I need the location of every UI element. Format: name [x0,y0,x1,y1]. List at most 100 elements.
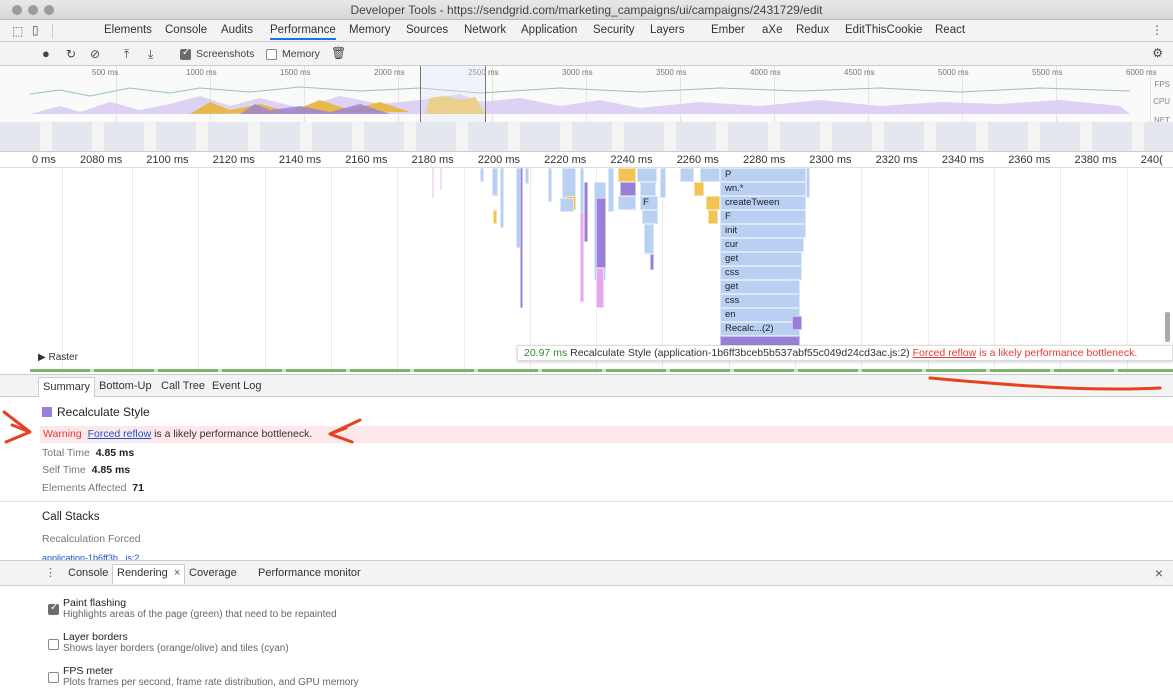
flame-gridline [662,168,664,374]
reload-record-icon[interactable]: ↻ [66,47,76,61]
fps-meter-checkbox[interactable] [48,672,59,683]
inspect-element-icon[interactable]: ⬚ [12,24,23,38]
flame-block[interactable] [708,210,718,224]
flame-block[interactable] [618,196,636,210]
flame-block[interactable] [608,168,614,212]
tab-bottom-up[interactable]: Bottom-Up [99,380,152,392]
drawer-menu-icon[interactable]: ⋮ [45,566,56,579]
save-profile-icon[interactable]: ⤓ [148,47,153,62]
timeline-overview[interactable]: 500 ms 1000 ms 1500 ms 2000 ms 2500 ms 3000 m… [0,66,1173,152]
flame-block[interactable] [560,198,574,212]
drawer-tab-console[interactable]: Console [68,567,108,579]
flame-block-label: en [725,309,736,320]
tab-call-tree[interactable]: Call Tree [161,380,205,392]
flame-block[interactable] [520,168,523,308]
tab-audits[interactable]: Audits [221,24,253,36]
flame-block[interactable] [620,182,636,196]
tab-security[interactable]: Security [593,24,635,36]
tooltip-forced-reflow-link[interactable]: Forced reflow [913,347,977,359]
flame-block[interactable] [618,168,636,182]
close-drawer-icon[interactable]: × [1155,565,1163,581]
garbage-collect-icon[interactable]: 🗑 [331,46,346,60]
elements-affected-row: Elements Affected 71 [42,482,144,494]
ruler-tick-label: 2320 ms [875,154,918,166]
drawer-tabs: ⋮ Console Rendering × Coverage Performan… [0,561,1173,586]
screenshot-filmstrip [0,122,1173,151]
divider [0,501,1173,502]
tab-elements[interactable]: Elements [104,24,152,36]
flame-block[interactable] [640,182,656,196]
device-toolbar-icon[interactable]: ▯ [32,23,39,37]
close-tab-icon[interactable]: × [174,567,180,579]
flame-block[interactable] [644,224,654,254]
tab-ember[interactable]: Ember [711,24,745,36]
flame-block-label: cur [725,239,739,250]
ruler-tick-label: 2080 ms [80,154,123,166]
flame-block-label: F [643,197,649,208]
tab-summary[interactable]: Summary [38,377,96,397]
more-menu-icon[interactable]: ⋮ [1151,23,1163,37]
tab-memory[interactable]: Memory [349,24,391,36]
forced-reflow-link[interactable]: Forced reflow [88,428,152,440]
flame-block[interactable] [706,196,720,210]
drawer-tab-performance-monitor[interactable]: Performance monitor [258,567,361,579]
tab-network[interactable]: Network [464,24,506,36]
flame-block[interactable] [493,210,497,224]
performance-toolbar: ● ↻ ⊘ ⤒ ⤓ Screenshots Memory 🗑 ⚙ [0,42,1173,66]
flame-block[interactable] [492,168,498,196]
paint-flashing-checkbox[interactable] [48,602,59,615]
flame-block[interactable] [637,168,657,182]
event-title: Recalculate Style [57,405,150,419]
flame-block[interactable] [680,168,694,182]
tab-application[interactable]: Application [521,24,577,36]
settings-gear-icon[interactable]: ⚙ [1152,46,1163,60]
tab-redux[interactable]: Redux [796,24,829,36]
clear-icon[interactable]: ⊘ [90,47,100,61]
layer-borders-checkbox[interactable] [48,639,59,650]
flame-block[interactable] [596,268,604,308]
memory-checkbox[interactable] [266,49,277,60]
tab-sources[interactable]: Sources [406,24,448,36]
flame-block[interactable] [596,198,606,268]
warning-label: Warning [43,428,82,440]
flame-block[interactable] [700,168,720,182]
flame-block[interactable] [480,168,484,182]
flame-block[interactable] [584,182,588,242]
total-time-row: Total Time 4.85 ms [42,447,134,459]
flame-chart[interactable]: 0 ms 2080 ms 2100 ms 2120 ms 2140 ms 2160 ms 2… [0,152,1173,374]
flame-block[interactable] [806,168,810,198]
flame-block[interactable] [580,212,584,302]
tooltip-time: 20.97 ms [524,347,568,359]
flame-scrollbar[interactable] [1165,312,1170,342]
tab-editthiscookie[interactable]: EditThisCookie [845,24,922,36]
flame-gridline [993,168,995,374]
load-profile-icon[interactable]: ⤒ [124,47,129,62]
ruler-tick-label: 2100 ms [146,154,189,166]
flame-gridline [1126,168,1128,374]
drawer-tab-coverage[interactable]: Coverage [189,567,237,579]
flame-block[interactable] [548,168,552,202]
tab-axe[interactable]: aXe [762,24,782,36]
flame-block[interactable] [440,168,442,190]
tab-layers[interactable]: Layers [650,24,685,36]
flame-block[interactable] [500,168,504,228]
tab-event-log[interactable]: Event Log [212,380,262,392]
tab-performance[interactable]: Performance [270,24,336,40]
raster-track-toggle[interactable]: ▶ Raster [38,352,78,363]
flame-block[interactable] [694,182,704,196]
flame-block[interactable] [525,168,529,184]
flame-block-label: get [725,281,739,292]
record-icon[interactable]: ● [42,46,50,61]
flame-block-label: wn.* [725,183,744,194]
flame-block[interactable] [432,168,434,198]
tab-react[interactable]: React [935,24,965,36]
flame-gridline [861,168,863,374]
drawer-tab-rendering[interactable]: Rendering × [112,564,186,584]
flame-block[interactable] [562,168,576,198]
screenshots-checkbox[interactable] [180,47,191,60]
flame-block[interactable] [660,168,666,198]
tab-console[interactable]: Console [165,24,207,36]
flame-block[interactable] [792,316,802,330]
flame-block[interactable] [642,210,658,224]
flame-block[interactable] [650,254,654,270]
